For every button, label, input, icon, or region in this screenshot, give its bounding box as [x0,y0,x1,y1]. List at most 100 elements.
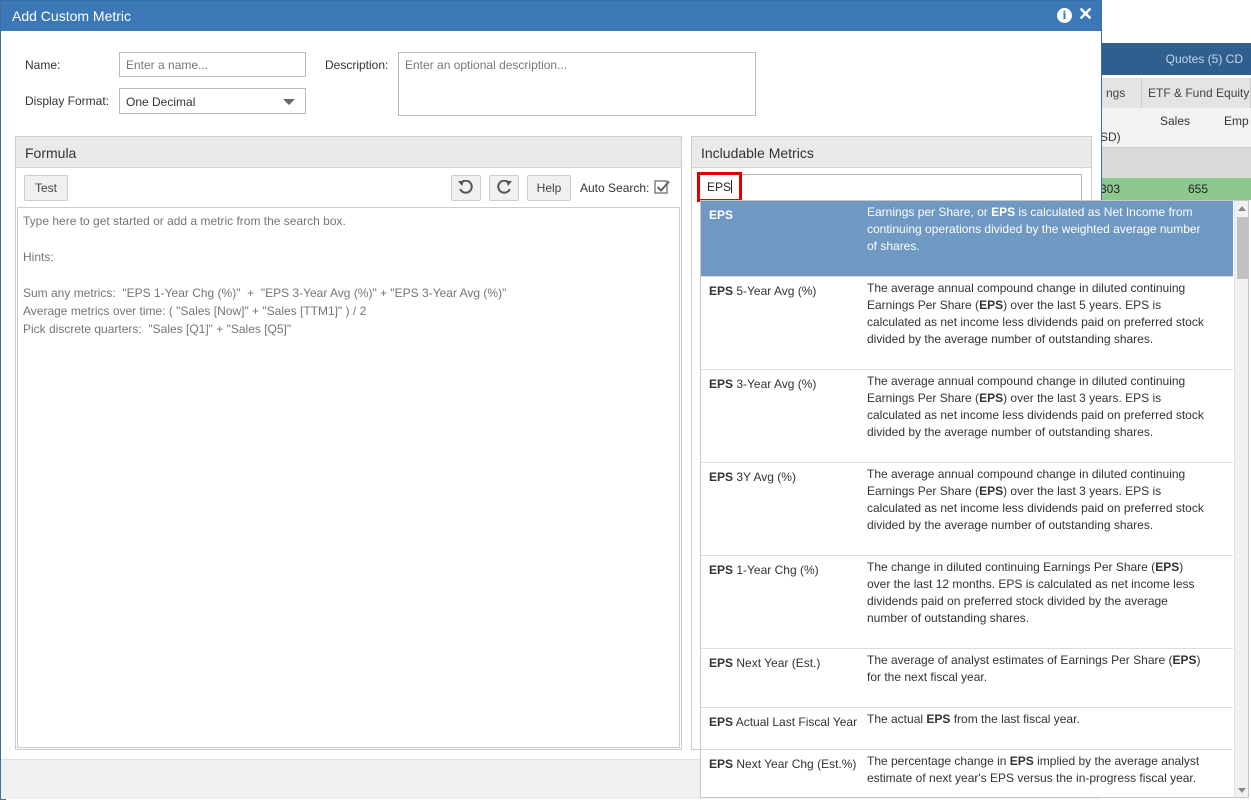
background-tab-etf-fund-equity[interactable]: ETF & Fund Equity [1142,78,1251,108]
metric-suggestion-item[interactable]: EPS 5-Year Avg (%) The average annual com… [701,277,1233,370]
metric-suggestion-name-rest: 1-Year Chg (%) [733,563,819,577]
metric-suggestion-name: EPS 1-Year Chg (%) [709,562,864,579]
auto-search-checkbox[interactable] [654,179,670,195]
description-text: The change in diluted continuing Earning… [867,560,1156,574]
display-format-label: Display Format: [25,94,110,108]
description-match: EPS [926,712,951,726]
background-table-row [1100,148,1251,178]
background-cell: 655 [1188,182,1209,196]
metric-suggestion-name-rest: Next Year (Est.) [733,656,821,670]
metric-suggestion-name-match: EPS [709,470,734,484]
description-text: The actual [867,712,927,726]
description-match: EPS [979,484,1004,498]
background-column-header: SD) [1100,130,1121,144]
help-button[interactable]: Help [527,175,571,201]
metric-suggestion-item[interactable]: EPS 3Y Avg (%) The average annual compoun… [701,463,1233,556]
background-topbar-text: Quotes (5) CD [1165,52,1243,66]
metric-suggestion-description: The actual EPS from the last fiscal year… [867,708,1215,734]
description-match: EPS [1155,560,1180,574]
scroll-down-icon[interactable] [1238,788,1246,793]
metric-suggestion-name: EPS 3Y Avg (%) [709,469,864,486]
formula-panel: Formula Test Help Auto Search: [15,136,682,750]
name-input[interactable] [119,52,306,77]
redo-icon [497,180,512,194]
metric-suggestion-name-match: EPS [709,208,734,222]
test-button[interactable]: Test [24,175,68,201]
description-label: Description: [325,58,389,72]
metric-suggestion-item[interactable]: EPS Actual Last Fiscal Year The actual EP… [701,708,1233,750]
scroll-thumb[interactable] [1237,217,1248,279]
undo-button[interactable] [451,175,481,201]
description-match: EPS [1009,754,1034,768]
description-text: The average of analyst estimates of Earn… [867,653,1173,667]
description-match: EPS [991,205,1016,219]
auto-search-label: Auto Search: [580,181,650,195]
metric-suggestion-item[interactable]: EPS 1-Year Chg (%) The change in diluted … [701,556,1233,649]
metric-suggestion-item[interactable]: EPS Earnings per Share, or EPS is calcula… [701,201,1233,277]
background-tab[interactable]: ngs [1100,78,1142,108]
includable-metrics-header: Includable Metrics [692,137,1091,168]
metric-suggestion-name: EPS [709,207,864,224]
metric-search-input[interactable]: EPS [698,174,1082,201]
metric-suggestion-name-rest: Next Year Chg (Est.%) [733,757,857,771]
info-icon[interactable]: i [1057,8,1072,23]
metric-suggestion-description: The average annual compound change in di… [867,277,1215,354]
metric-suggestion-description: The average annual compound change in di… [867,370,1215,447]
metric-suggestion-item[interactable]: EPS Next Year (Est.) The average of analy… [701,649,1233,708]
background-table-row-highlighted: 303 655 [1100,178,1251,200]
metric-suggestion-item[interactable]: EPS 3-Year Avg (%) The average annual com… [701,370,1233,463]
metric-suggestion-name-rest: 5-Year Avg (%) [733,284,817,298]
metric-suggestion-name-match: EPS [709,656,734,670]
background-tabs: ngs ETF & Fund Equity [1100,78,1251,108]
metric-suggestion-description: The average of analyst estimates of Earn… [867,649,1215,692]
description-match: EPS [1172,653,1197,667]
text-cursor [731,180,733,193]
metric-suggestions-dropdown: EPS Earnings per Share, or EPS is calcula… [700,200,1249,798]
background-cell: 303 [1100,182,1121,196]
description-text: from the last fiscal year. [950,712,1080,726]
metric-suggestion-description: The average annual compound change in di… [867,463,1215,540]
metric-suggestion-name-rest: 3Y Avg (%) [733,470,796,484]
description-input[interactable] [398,52,756,116]
dropdown-scrollbar[interactable] [1234,201,1248,797]
background-column-header-emp: Emp [1224,114,1249,128]
scroll-up-icon[interactable] [1238,206,1246,211]
metric-suggestion-name: EPS Next Year Chg (Est.%) [709,756,864,773]
metric-suggestion-name: EPS 5-Year Avg (%) [709,283,864,300]
formula-panel-title: Formula [25,145,77,161]
metric-suggestion-description: Earnings per Share, or EPS is calculated… [867,201,1215,261]
dialog-titlebar[interactable]: Add Custom Metric i ✕ [1,1,1101,31]
close-icon[interactable]: ✕ [1078,4,1093,25]
metric-suggestion-name-match: EPS [709,284,734,298]
includable-metrics-title: Includable Metrics [701,145,814,161]
description-match: EPS [979,391,1004,405]
background-column-header-sales: Sales [1160,114,1191,128]
formula-panel-header: Formula [16,137,681,168]
metric-suggestion-item[interactable]: EPS Next Year Chg (Est.%) The percentage … [701,750,1233,797]
background-topbar: Quotes (5) CD [1100,43,1251,75]
background-table-header: SD) Sales Emp [1100,108,1251,148]
metric-suggestion-name: EPS Actual Last Fiscal Year [709,714,864,731]
redo-button[interactable] [489,175,519,201]
description-text: The percentage change in [867,754,1010,768]
formula-input[interactable] [17,207,680,748]
description-match: EPS [979,298,1004,312]
metric-search-value: EPS [707,180,732,194]
metric-suggestion-name-match: EPS [709,757,734,771]
metric-suggestion-name-match: EPS [709,715,734,729]
metric-suggestion-name: EPS Next Year (Est.) [709,655,864,672]
metric-suggestion-name-rest: Actual Last Fiscal Year [733,715,858,729]
metric-suggestion-name-match: EPS [709,377,734,391]
display-format-select[interactable]: One Decimal [119,88,306,114]
name-label: Name: [25,58,61,72]
description-text: Earnings per Share, or [867,205,992,219]
metric-suggestion-name: EPS 3-Year Avg (%) [709,376,864,393]
metric-suggestion-name-rest: 3-Year Avg (%) [733,377,817,391]
undo-icon [458,180,473,194]
metric-suggestion-name-match: EPS [709,563,734,577]
display-format-value: One Decimal [126,95,196,109]
metric-suggestion-description: The percentage change in EPS implied by … [867,750,1215,793]
metric-suggestions-list: EPS Earnings per Share, or EPS is calcula… [701,201,1233,797]
chevron-down-icon [283,99,295,105]
dialog-title: Add Custom Metric [12,8,132,24]
